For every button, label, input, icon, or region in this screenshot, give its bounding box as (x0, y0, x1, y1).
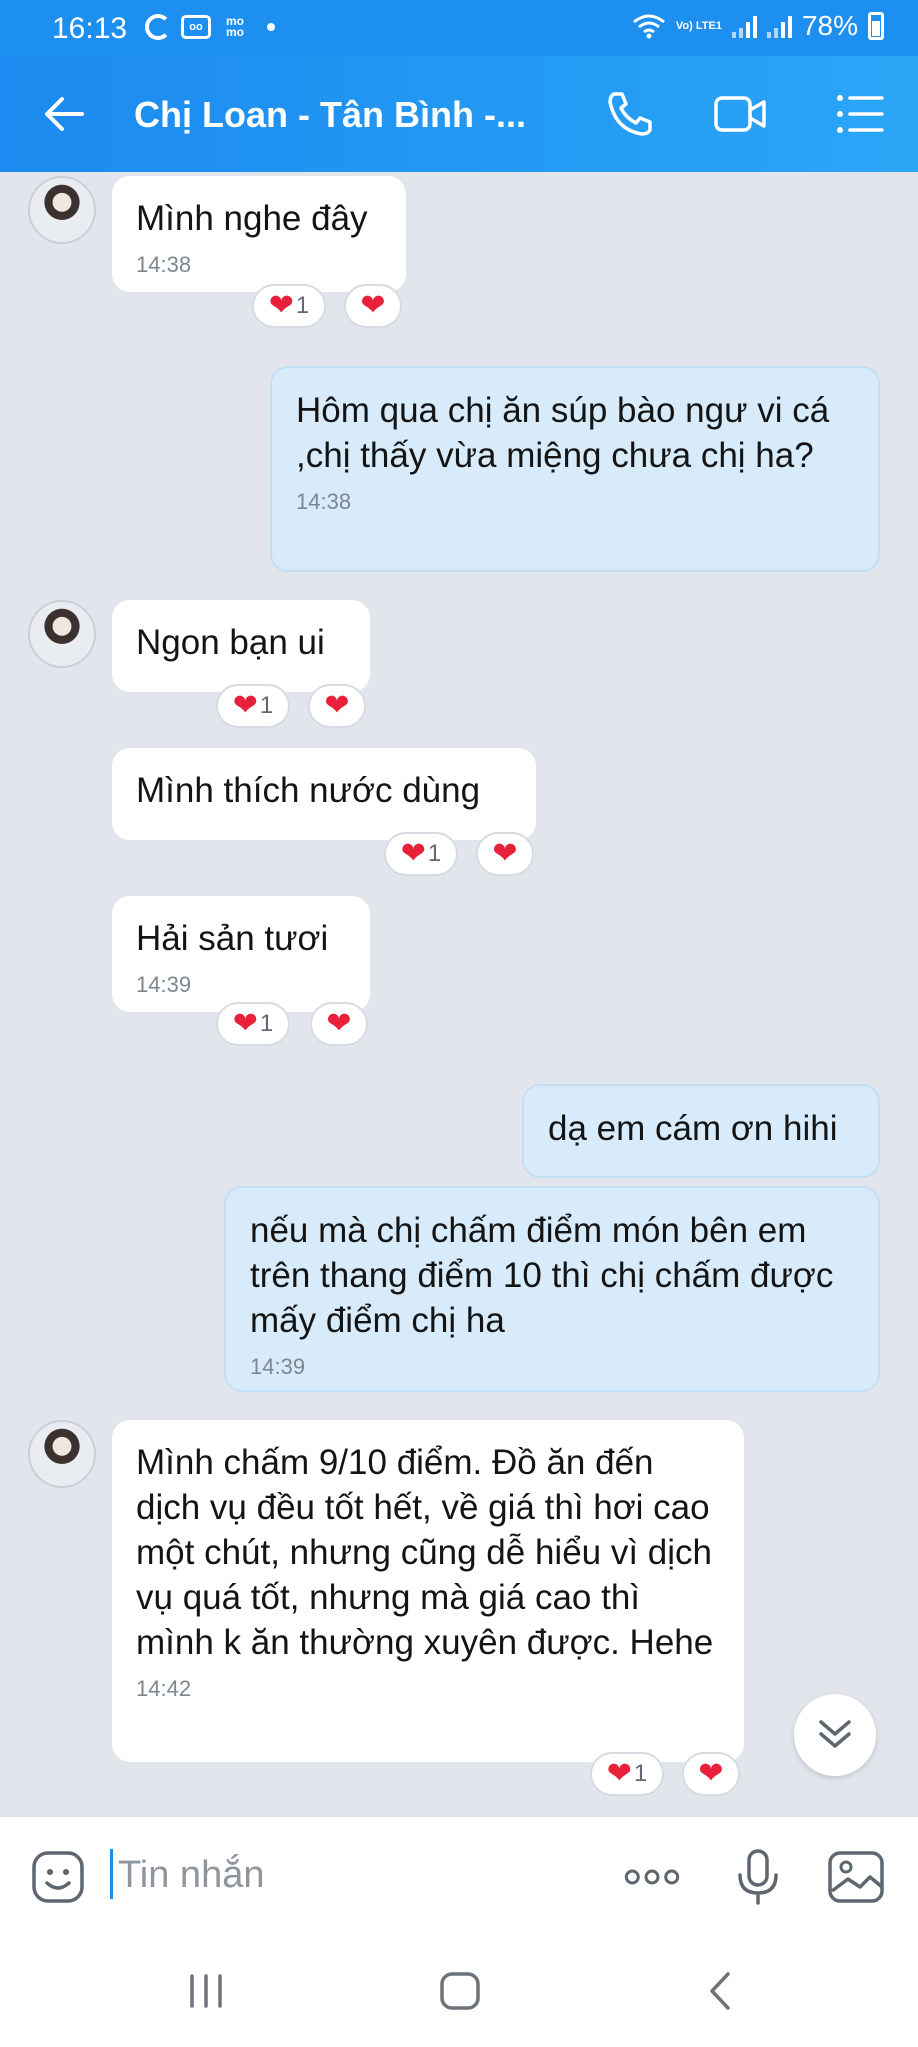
reaction-count[interactable]: ❤ 1 (216, 684, 290, 728)
volte-icon: Vo) LTE1 (675, 20, 722, 32)
chevron-double-down-icon (819, 1720, 851, 1748)
chat-header: Chị Loan - Tân Bình -... (0, 56, 918, 172)
message-time: 14:39 (136, 972, 192, 997)
react-button[interactable]: ❤ (308, 684, 366, 728)
heart-icon: ❤ (492, 837, 518, 870)
image-icon[interactable] (826, 1847, 886, 1907)
phone-icon[interactable] (602, 86, 658, 142)
contact-avatar[interactable] (28, 1420, 96, 1488)
react-button[interactable]: ❤ (344, 284, 402, 328)
message-input[interactable] (118, 1847, 588, 1903)
list-menu-icon[interactable] (832, 86, 888, 142)
heart-icon: ❤ (232, 689, 258, 722)
text-cursor (110, 1849, 113, 1899)
system-nav-bar (0, 1936, 918, 2047)
recent-apps-icon[interactable] (176, 1966, 236, 2016)
heart-icon: ❤ (268, 289, 294, 322)
message-text: dạ em cám ơn hihi (548, 1109, 838, 1148)
signal-2-icon (766, 14, 792, 38)
emoji-icon[interactable] (28, 1847, 88, 1907)
reaction-count[interactable]: ❤ 1 (216, 1002, 290, 1046)
contact-avatar[interactable] (28, 176, 96, 244)
message-text: Mình chấm 9/10 điểm. Đồ ăn đến dịch vụ đ… (136, 1443, 714, 1662)
contact-avatar[interactable] (28, 600, 96, 668)
heart-icon: ❤ (326, 1007, 352, 1040)
reaction-count[interactable]: ❤ 1 (252, 284, 326, 328)
message-time: 14:38 (136, 252, 192, 277)
notification-dot-icon (267, 23, 275, 31)
message-text: Hải sản tươi (136, 919, 329, 958)
message-bubble-incoming[interactable]: Mình chấm 9/10 điểm. Đồ ăn đến dịch vụ đ… (112, 1420, 744, 1762)
battery-percent: 78% (801, 10, 858, 41)
more-dots-icon[interactable] (622, 1847, 682, 1907)
react-button[interactable]: ❤ (682, 1752, 740, 1796)
heart-icon: ❤ (606, 1757, 632, 1790)
heart-icon: ❤ (324, 689, 350, 722)
sync-icon (145, 14, 171, 40)
message-bubble-outgoing[interactable]: dạ em cám ơn hihi (522, 1084, 880, 1178)
react-button[interactable]: ❤ (476, 832, 534, 876)
home-icon[interactable] (430, 1966, 490, 2016)
microphone-icon[interactable] (728, 1847, 788, 1907)
nav-back-icon[interactable] (690, 1966, 750, 2016)
message-bubble-incoming[interactable]: Mình thích nước dùng (112, 748, 536, 840)
message-bubble-outgoing[interactable]: nếu mà chị chấm điểm món bên em trên tha… (224, 1186, 880, 1392)
message-bubble-incoming[interactable]: Ngon bạn ui (112, 600, 370, 692)
scroll-to-bottom-button[interactable] (794, 1694, 876, 1776)
reaction-count[interactable]: ❤ 1 (384, 832, 458, 876)
status-time: 16:13 (52, 12, 128, 45)
wifi-icon (632, 14, 665, 39)
reaction-count[interactable]: ❤ 1 (590, 1752, 664, 1796)
back-arrow-icon[interactable] (40, 90, 88, 138)
heart-icon: ❤ (400, 837, 426, 870)
message-text: Ngon bạn ui (136, 623, 325, 662)
momo-icon: mo mo (226, 14, 244, 39)
message-time: 14:39 (250, 1354, 306, 1379)
heart-icon: ❤ (698, 1757, 724, 1790)
message-input-bar (0, 1816, 918, 1936)
heart-icon: ❤ (360, 289, 386, 322)
chat-title[interactable]: Chị Loan - Tân Bình -... (134, 94, 526, 136)
message-text: Mình thích nước dùng (136, 771, 481, 810)
message-bubble-outgoing[interactable]: Hôm qua chị ăn súp bào ngư vi cá ,chị th… (270, 366, 880, 572)
status-notification-icons: oo mo mo (145, 14, 275, 40)
message-bubble-incoming[interactable]: Mình nghe đây 14:38 (112, 176, 406, 292)
message-bubble-incoming[interactable]: Hải sản tươi 14:39 (112, 896, 370, 1012)
message-time: 14:42 (136, 1676, 192, 1701)
message-text: Hôm qua chị ăn súp bào ngư vi cá ,chị th… (296, 391, 830, 475)
message-time: 14:38 (296, 489, 352, 514)
vr-icon: oo (181, 15, 211, 39)
signal-1-icon (731, 14, 757, 38)
message-text: Mình nghe đây (136, 199, 368, 238)
battery-icon (868, 12, 884, 40)
status-bar: 16:13 oo mo mo Vo) LTE1 78% (0, 0, 918, 56)
status-right: Vo) LTE1 78% (632, 10, 884, 42)
react-button[interactable]: ❤ (310, 1002, 368, 1046)
heart-icon: ❤ (232, 1007, 258, 1040)
message-text: nếu mà chị chấm điểm món bên em trên tha… (250, 1211, 834, 1340)
video-camera-icon[interactable] (712, 86, 768, 142)
